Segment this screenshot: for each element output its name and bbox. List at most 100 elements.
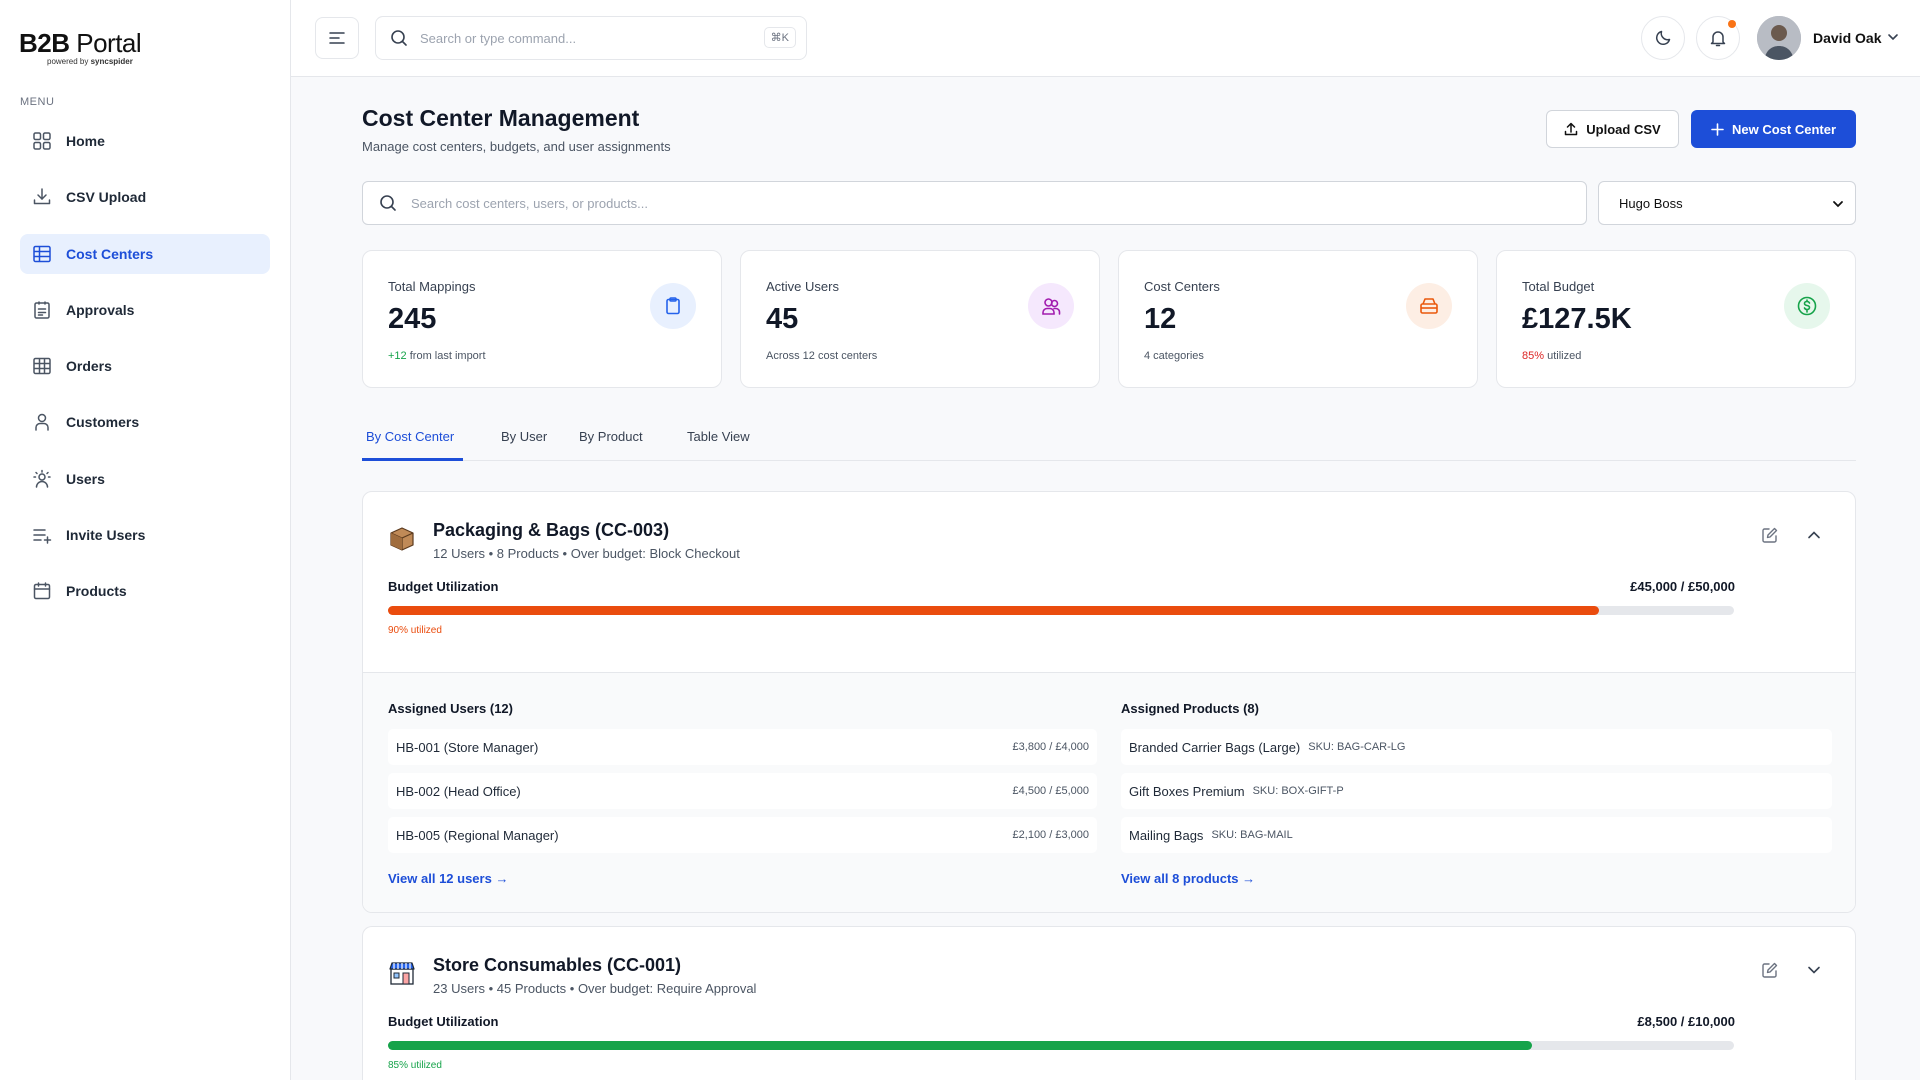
cost-center-search-input[interactable]: Search cost centers, users, or products.… [362,181,1587,225]
stat-value: 45 [766,303,799,335]
budget-progress-track [388,606,1734,615]
sidebar-item-invite-users[interactable]: Invite Users [20,515,270,555]
cost-center-name: Packaging & Bags (CC-003) [433,520,670,540]
stat-note-text: from last import [406,350,486,362]
stat-note-text: utilized [1544,350,1582,362]
budget-progress-fill [388,606,1600,615]
user-icon [35,414,49,432]
user-row-name: HB-005 (Regional Manager) [396,827,559,843]
stat-note-accent: +12 [388,350,407,362]
cost-center-search-placeholder: Search cost centers, users, or products.… [411,195,648,211]
budget-amount: £45,000 / £50,000 [1630,579,1735,594]
new-cost-center-label: New Cost Center [1731,121,1837,137]
sidebar-item-customers[interactable]: Customers [20,402,270,442]
chevron-up-icon[interactable] [1805,526,1823,544]
page-title: Cost Center Management [362,105,640,131]
avatar[interactable] [1757,16,1801,60]
company-select[interactable]: Hugo Boss [1598,181,1856,225]
edit-icon[interactable] [1761,526,1779,544]
view-tabs: By Cost Center By User By Product Table … [362,411,1856,461]
box-icon [1406,283,1452,329]
view-all-products-link[interactable]: View all 8 products → [1121,871,1255,886]
brand-logo[interactable]: B2B Portal powered by syncspider [19,28,142,66]
budget-utilization-label: Budget Utilization [388,579,499,594]
product-row-name: Branded Carrier Bags (Large) [1129,739,1301,755]
chevron-down-icon[interactable] [1886,30,1900,44]
product-row-sku: SKU: BAG-MAIL [1211,829,1293,841]
user-row[interactable]: HB-002 (Head Office) £4,500 / £5,000 [388,773,1097,809]
main-content: Cost Center Management Manage cost cente… [291,77,1920,1080]
upload-csv-button[interactable]: Upload CSV [1546,110,1679,148]
stat-note-accent: 85% [1522,350,1545,362]
active-tab-indicator [362,458,463,461]
sidebar-item-home[interactable]: Home [20,121,270,161]
sidebar-item-users[interactable]: Users [20,459,270,499]
notifications-button[interactable] [1696,16,1740,60]
tab-table-view[interactable]: Table View [687,429,750,444]
users-icon [1028,283,1074,329]
cost-center-details: Assigned Users (12) HB-001 (Store Manage… [363,672,1855,912]
clipboard-icon [650,283,696,329]
sidebar-item-csv-upload[interactable]: CSV Upload [20,177,270,217]
stat-label: Total Mappings [388,279,476,294]
view-all-users-link[interactable]: View all 12 users → [388,871,508,886]
budget-amount: £8,500 / £10,000 [1637,1014,1735,1029]
assigned-users-title: Assigned Users (12) [388,701,513,716]
stat-note: Across 12 cost centers [766,350,877,362]
user-row-name: HB-001 (Store Manager) [396,739,539,755]
cost-center-meta: 23 Users • 45 Products • Over budget: Re… [433,981,757,996]
utilization-note: 85% utilized [388,1060,442,1071]
topbar: Search or type command... ⌘K David Oak [291,0,1920,77]
powered-by-brand: syncspider [90,57,133,66]
cost-center-header[interactable]: Store Consumables (CC-001) 23 Users • 45… [363,927,1855,1080]
stat-card-cost-centers: Cost Centers 12 4 categories [1118,250,1478,388]
sidebar-toggle-button[interactable] [315,17,359,59]
user-row[interactable]: HB-005 (Regional Manager) £2,100 / £3,00… [388,817,1097,853]
bell-icon [1710,31,1726,47]
stat-note: 4 categories [1144,350,1204,362]
user-name[interactable]: David Oak [1813,30,1881,46]
stat-note-text: 4 categories [1144,350,1204,362]
tab-by-product[interactable]: By Product [579,429,643,444]
product-row[interactable]: Branded Carrier Bags (Large) SKU: BAG-CA… [1121,729,1832,765]
moon-icon [1655,30,1671,46]
product-row-sku: SKU: BOX-GIFT-P [1252,785,1344,797]
theme-toggle-button[interactable] [1641,16,1685,60]
sidebar-item-cost-centers[interactable]: Cost Centers [20,233,270,274]
user-row-budget: £3,800 / £4,000 [1012,741,1089,753]
stat-value: 245 [388,303,437,335]
stat-value: £127.5K [1522,303,1632,335]
new-cost-center-button[interactable]: New Cost Center [1691,110,1856,148]
notification-dot [1728,20,1736,28]
chevron-down-icon [1833,201,1843,208]
sidebar-item-approvals[interactable]: Approvals [20,290,270,330]
product-row[interactable]: Mailing Bags SKU: BAG-MAIL [1121,817,1832,853]
download-icon [33,188,51,205]
tab-by-cost-center[interactable]: By Cost Center [366,429,454,444]
user-row[interactable]: HB-001 (Store Manager) £3,800 / £4,000 [388,729,1097,765]
table-icon [33,357,51,375]
product-row-sku: SKU: BAG-CAR-LG [1308,741,1406,753]
sidebar: B2B Portal powered by syncspider MENU Ho… [0,0,291,1080]
command-search-input[interactable]: Search or type command... ⌘K [375,16,807,60]
company-select-value: Hugo Boss [1619,195,1683,211]
edit-icon[interactable] [1761,961,1779,979]
clipboard-list-icon [34,301,50,319]
sidebar-item-label: Users [66,470,105,487]
chevron-down-icon[interactable] [1805,961,1823,979]
stats-row: Total Mappings 245 +12 from last import … [362,250,1856,388]
shortcut-badge: ⌘K [763,27,796,48]
sidebar-item-products[interactable]: Products [20,571,270,611]
package-icon [390,527,414,551]
cost-center-header[interactable]: Packaging & Bags (CC-003) 12 Users • 8 P… [363,492,1855,672]
list-plus-icon [33,529,52,544]
stat-card-total-mappings: Total Mappings 245 +12 from last import [362,250,722,388]
stat-label: Active Users [766,279,839,294]
tab-by-user[interactable]: By User [501,429,547,444]
utilization-note: 90% utilized [388,625,442,636]
upload-icon [1565,122,1578,136]
product-row[interactable]: Gift Boxes Premium SKU: BOX-GIFT-P [1121,773,1832,809]
sidebar-item-orders[interactable]: Orders [20,346,270,386]
upload-csv-label: Upload CSV [1586,121,1661,137]
plus-icon [1711,122,1724,136]
